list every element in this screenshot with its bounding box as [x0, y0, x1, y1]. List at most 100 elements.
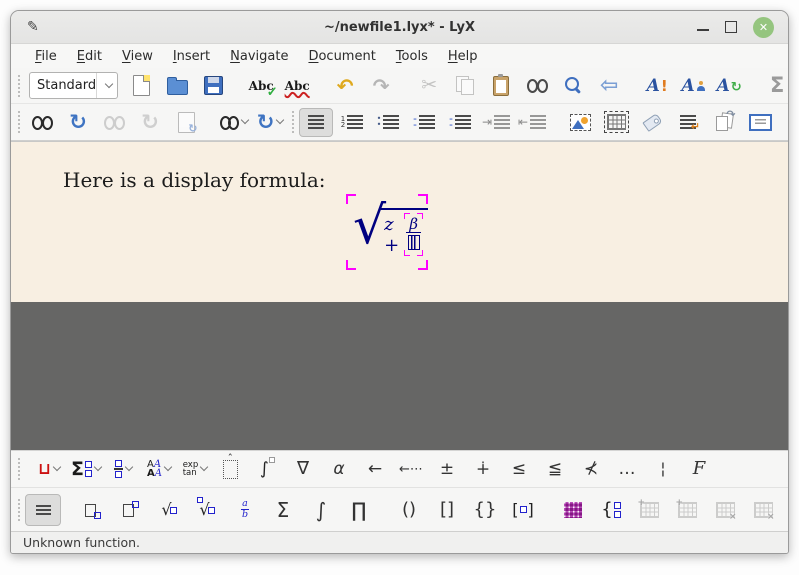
insert-integral-button[interactable]: ∫	[303, 494, 339, 526]
new-document-button[interactable]	[124, 71, 158, 100]
toggle-layout-paragraph-button[interactable]	[299, 108, 333, 137]
update-other-formats-button[interactable]: ↻	[253, 108, 287, 137]
insert-box-button[interactable]	[743, 108, 777, 137]
insert-note-button[interactable]: n	[779, 108, 789, 137]
increase-depth-button[interactable]: ⇥	[479, 108, 513, 137]
insert-math-button[interactable]: Σ	[760, 71, 789, 100]
arrows-icon: ←	[368, 461, 382, 478]
long-arrows-icon: ←⋯	[399, 463, 423, 476]
toolbar-grip[interactable]	[18, 75, 20, 97]
document-canvas[interactable]: Here is a display formula: √ z +	[11, 142, 788, 302]
math-operators-menu[interactable]: ∇	[286, 455, 320, 484]
menu-insert[interactable]: Insert	[163, 47, 220, 66]
menu-navigate[interactable]: Navigate	[220, 47, 298, 66]
subscript-button[interactable]	[75, 494, 111, 526]
insert-braces-button[interactable]: {}	[467, 494, 503, 526]
toolbar-grip[interactable]	[18, 458, 27, 480]
description-list-button[interactable]: ––	[407, 108, 441, 137]
apply-last-style-button[interactable]: A↻	[712, 71, 746, 100]
toolbar-view-update: ↻↻↻↻12••––––⇥⇤↵↷n»	[11, 104, 788, 141]
toggle-noun-button[interactable]: A	[676, 71, 710, 100]
fraktur-letters-menu[interactable]: F	[682, 455, 716, 484]
undo-button[interactable]: ↶	[328, 71, 362, 100]
delete-column-button: ×	[745, 494, 781, 526]
close-button[interactable]: ✕	[753, 17, 774, 38]
math-text-styles-menu[interactable]: AAAA	[142, 455, 176, 484]
minimize-button[interactable]	[697, 23, 709, 31]
dots-menu[interactable]: …	[610, 455, 644, 484]
toolbar-grip[interactable]	[18, 499, 20, 521]
menu-file[interactable]: File	[25, 47, 67, 66]
insert-float-button[interactable]: ↷	[707, 108, 741, 137]
math-spacing-menu[interactable]: ⊔	[32, 455, 66, 484]
view-document-button[interactable]	[25, 108, 59, 137]
titlebar[interactable]: ✎ ~/newfile1.lyx* - LyX ✕	[11, 11, 788, 44]
insert-parentheses-button[interactable]: ()	[391, 494, 427, 526]
insert-product-button[interactable]: ∏	[341, 494, 377, 526]
find-advanced-button[interactable]	[556, 71, 590, 100]
arrows-menu[interactable]: ←	[358, 455, 392, 484]
toggle-emphasis-button[interactable]: A!	[640, 71, 674, 100]
insert-table-icon	[607, 114, 626, 130]
menu-document[interactable]: Document	[298, 47, 385, 66]
paste-button[interactable]	[484, 71, 518, 100]
redo-button[interactable]: ↷	[364, 71, 398, 100]
open-document-button[interactable]	[160, 71, 194, 100]
insert-matrix-button[interactable]	[555, 494, 591, 526]
redo-icon: ↷	[373, 76, 390, 96]
spellcheck-continuously-button[interactable]: Abc	[280, 71, 314, 100]
insert-delimiters-button[interactable]: []	[505, 494, 541, 526]
big-operators-menu[interactable]: Σ	[68, 455, 104, 484]
decrease-depth-button[interactable]: ⇤	[515, 108, 549, 137]
fraction-styles-menu[interactable]	[106, 455, 140, 484]
navigate-back-button[interactable]: ⇦	[592, 71, 626, 100]
insert-table-button[interactable]	[599, 108, 633, 137]
relations-menu[interactable]: ≤	[502, 455, 536, 484]
labeling-list-button[interactable]: ––	[443, 108, 477, 137]
long-arrows-menu[interactable]: ←⋯	[394, 455, 428, 484]
negated-relations-menu[interactable]: ⊀	[574, 455, 608, 484]
paragraph-style-combo[interactable]: Standard	[29, 72, 118, 99]
bullet-list-button[interactable]: ••	[371, 108, 405, 137]
find-replace-button[interactable]	[520, 71, 554, 100]
insert-cases-button[interactable]: {	[593, 494, 629, 526]
view-other-formats-button[interactable]	[217, 108, 251, 137]
insert-math-icon: Σ	[770, 75, 784, 96]
numbered-list-button[interactable]: 12	[335, 108, 369, 137]
update-document-button[interactable]: ↻	[61, 108, 95, 137]
menu-tools[interactable]: Tools	[386, 47, 438, 66]
greek-letters-menu[interactable]: α	[322, 455, 356, 484]
menu-help[interactable]: Help	[438, 47, 488, 66]
math-inset[interactable]: √ z + β	[346, 194, 428, 270]
menu-view[interactable]: View	[112, 47, 163, 66]
delete-row-icon: ×	[716, 502, 735, 518]
toolbar-grip[interactable]	[18, 111, 20, 133]
maximize-button[interactable]	[725, 21, 737, 33]
math-functions-menu[interactable]: exptan	[178, 455, 212, 484]
relations-ams-menu[interactable]: ≦	[538, 455, 572, 484]
dots-icon: …	[618, 461, 635, 478]
operators-with-limits-menu[interactable]: ∫	[250, 455, 284, 484]
insert-fraction-button[interactable]: ab	[227, 494, 263, 526]
insert-cross-reference-button[interactable]: ↵	[671, 108, 705, 137]
superscript-button[interactable]	[113, 494, 149, 526]
increase-depth-icon: ⇥	[482, 115, 510, 129]
insert-sum-button[interactable]: Σ	[265, 494, 301, 526]
dropdown-chevron-icon	[125, 463, 133, 471]
save-document-button[interactable]	[196, 71, 230, 100]
insert-label-button[interactable]	[635, 108, 669, 137]
binary-operators-ams-menu[interactable]: ∔	[466, 455, 500, 484]
insert-graphics-button[interactable]	[563, 108, 597, 137]
empty-placeholder-box[interactable]	[408, 235, 420, 250]
math-decorations-menu[interactable]: ˆ	[214, 455, 248, 484]
insert-square-root-button[interactable]: √	[151, 494, 187, 526]
fraction-numerator: β	[406, 217, 421, 233]
toolbar-grip[interactable]	[292, 111, 294, 133]
toggle-display-mode-button[interactable]	[25, 494, 61, 526]
insert-root-button[interactable]: √	[189, 494, 225, 526]
menu-edit[interactable]: Edit	[67, 47, 112, 66]
binary-operators-menu[interactable]: ±	[430, 455, 464, 484]
delimiters-bar-menu[interactable]: ¦	[646, 455, 680, 484]
insert-brackets-button[interactable]: []	[429, 494, 465, 526]
check-spelling-button[interactable]: Abc✓	[244, 71, 278, 100]
